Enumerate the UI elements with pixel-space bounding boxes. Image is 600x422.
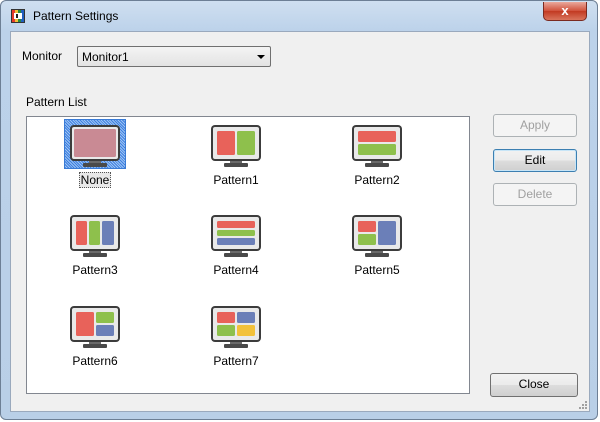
screen-region [217, 238, 255, 245]
close-icon: x [561, 3, 569, 18]
edit-button[interactable]: Edit [493, 149, 577, 172]
screen-region [358, 234, 376, 245]
screen-region [96, 325, 114, 336]
dialog-body: Monitor Monitor1 Pattern List None Patte… [10, 31, 590, 412]
monitor-four-grid-icon [211, 306, 261, 348]
screen-region [217, 325, 235, 336]
screen-region [96, 312, 114, 323]
window-title: Pattern Settings [33, 9, 119, 23]
monitor-base [83, 163, 107, 167]
screen-region [89, 221, 100, 245]
resize-grip-icon[interactable] [577, 399, 587, 409]
screen-region [237, 131, 255, 155]
app-icon [11, 9, 25, 23]
monitor-two-rows-icon [352, 125, 402, 167]
pattern-item-pattern6[interactable]: Pattern6 [36, 301, 146, 381]
monitor-base [224, 163, 248, 167]
pattern-item-none[interactable]: None [36, 119, 146, 200]
screen-region [217, 312, 235, 323]
pattern-settings-window: Pattern Settings x Monitor Monitor1 Patt… [0, 0, 598, 420]
monitor-base [224, 344, 248, 348]
screen-region [217, 221, 255, 228]
pattern-label: Pattern3 [72, 263, 118, 277]
pattern-label: Pattern2 [354, 173, 400, 187]
monitor-base [224, 253, 248, 257]
monitor-base [365, 253, 389, 257]
pattern-item-pattern3[interactable]: Pattern3 [36, 210, 146, 290]
pattern-label: Pattern6 [72, 354, 118, 368]
title-bar[interactable]: Pattern Settings x [1, 1, 597, 31]
screen-region [358, 131, 396, 142]
monitor-base [83, 344, 107, 348]
screen-region [74, 129, 116, 157]
pattern-label: None [78, 172, 112, 188]
pattern-label: Pattern7 [213, 354, 259, 368]
close-window-button[interactable]: x [543, 2, 587, 21]
pattern-item-pattern4[interactable]: Pattern4 [177, 210, 287, 290]
pattern-label: Pattern4 [213, 263, 259, 277]
monitor-none-icon [70, 125, 120, 167]
screen-region [237, 312, 255, 323]
monitor-label: Monitor [22, 49, 63, 63]
monitor-right-stack-icon [70, 306, 120, 348]
apply-button[interactable]: Apply [493, 114, 577, 137]
screen-region [76, 312, 94, 336]
screen-region [358, 144, 396, 155]
pattern-list-label: Pattern List [26, 95, 87, 109]
pattern-item-pattern2[interactable]: Pattern2 [318, 120, 428, 200]
delete-button[interactable]: Delete [493, 183, 577, 206]
monitor-two-columns-icon [211, 125, 261, 167]
pattern-item-pattern7[interactable]: Pattern7 [177, 301, 287, 381]
pattern-list[interactable]: None Pattern1 Pattern2 Pattern3 Pattern4 [26, 116, 470, 394]
chevron-down-icon [257, 55, 265, 59]
monitor-left-stack-icon [352, 215, 402, 257]
screen-region [217, 131, 235, 155]
screen-region [76, 221, 87, 245]
monitor-three-columns-icon [70, 215, 120, 257]
monitor-base [83, 253, 107, 257]
monitor-base [365, 163, 389, 167]
monitor-three-rows-icon [211, 215, 261, 257]
screen-region [237, 325, 255, 336]
close-button[interactable]: Close [490, 373, 578, 397]
screen-region [217, 230, 255, 236]
screen-region [102, 221, 114, 245]
pattern-item-pattern5[interactable]: Pattern5 [318, 210, 428, 290]
monitor-select[interactable]: Monitor1 [77, 46, 271, 67]
pattern-label: Pattern5 [354, 263, 400, 277]
monitor-select-value: Monitor1 [82, 50, 129, 64]
screen-region [358, 221, 376, 232]
screen-region [378, 221, 396, 245]
pattern-label: Pattern1 [213, 173, 259, 187]
pattern-item-pattern1[interactable]: Pattern1 [177, 120, 287, 200]
